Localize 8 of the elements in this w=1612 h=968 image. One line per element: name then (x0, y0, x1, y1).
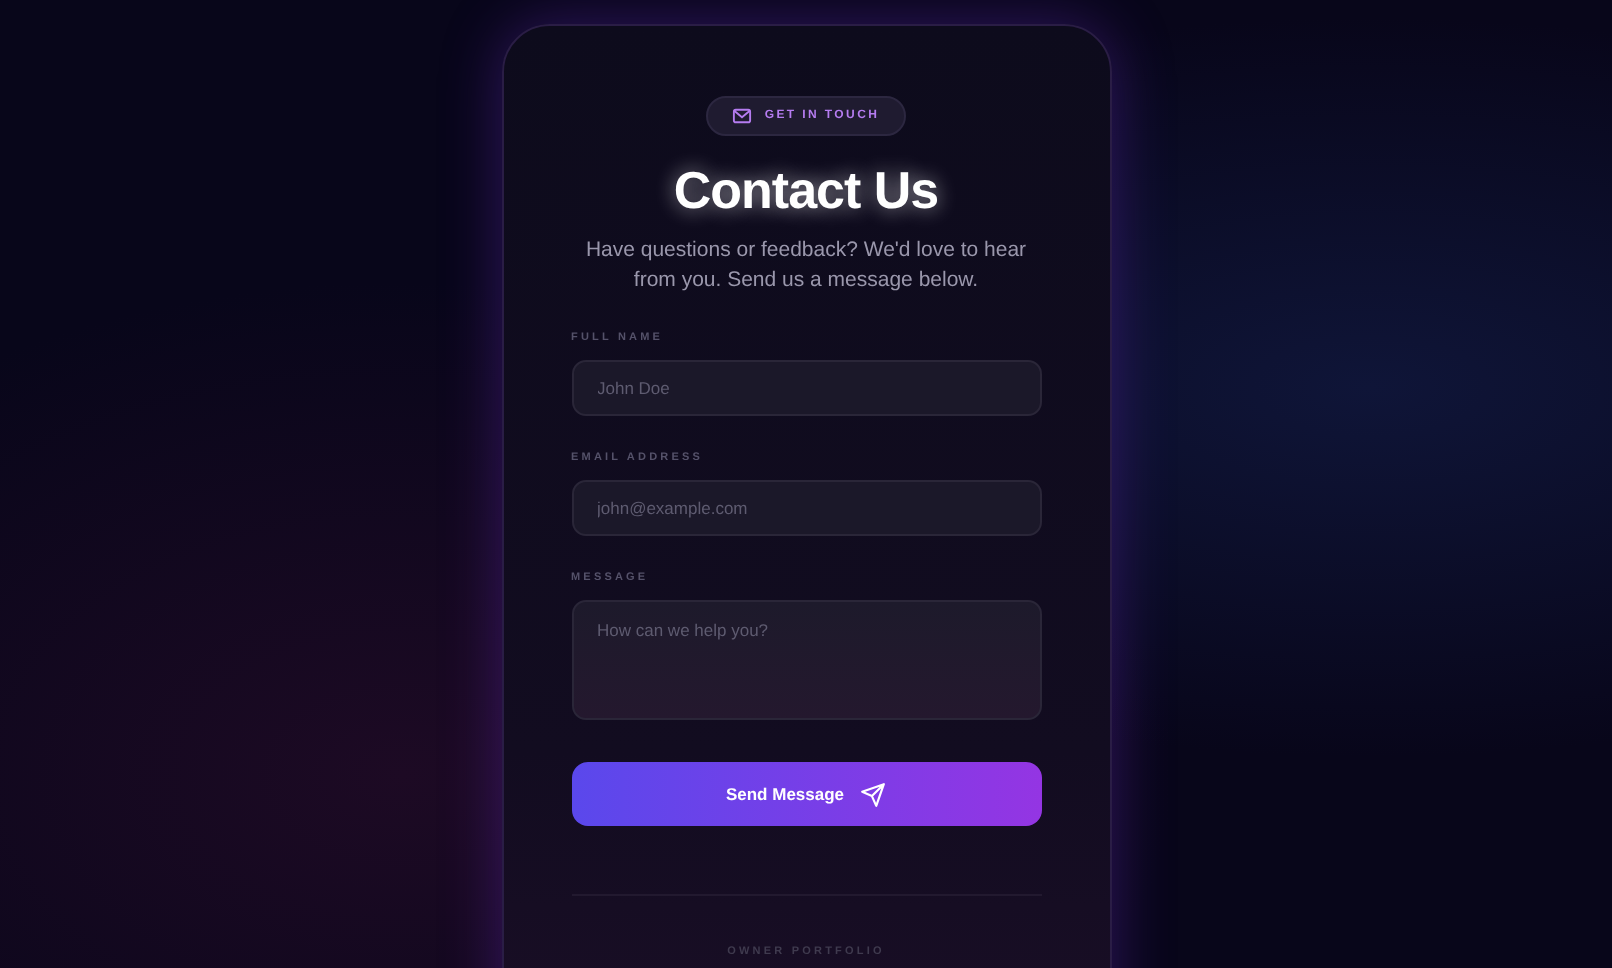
send-icon (860, 781, 887, 807)
mail-icon (732, 106, 753, 126)
input-field[interactable]: John Doe (571, 360, 1041, 416)
input-field[interactable]: john@example.com (571, 480, 1041, 536)
page-title: Contact Us (671, 160, 941, 222)
send-message-button[interactable]: Send Message (571, 762, 1041, 826)
message-field[interactable]: How can we help you? (571, 600, 1041, 720)
subtitle: Have questions or feedback? We'd love to hear from you. Send us a message below. (583, 236, 1029, 296)
